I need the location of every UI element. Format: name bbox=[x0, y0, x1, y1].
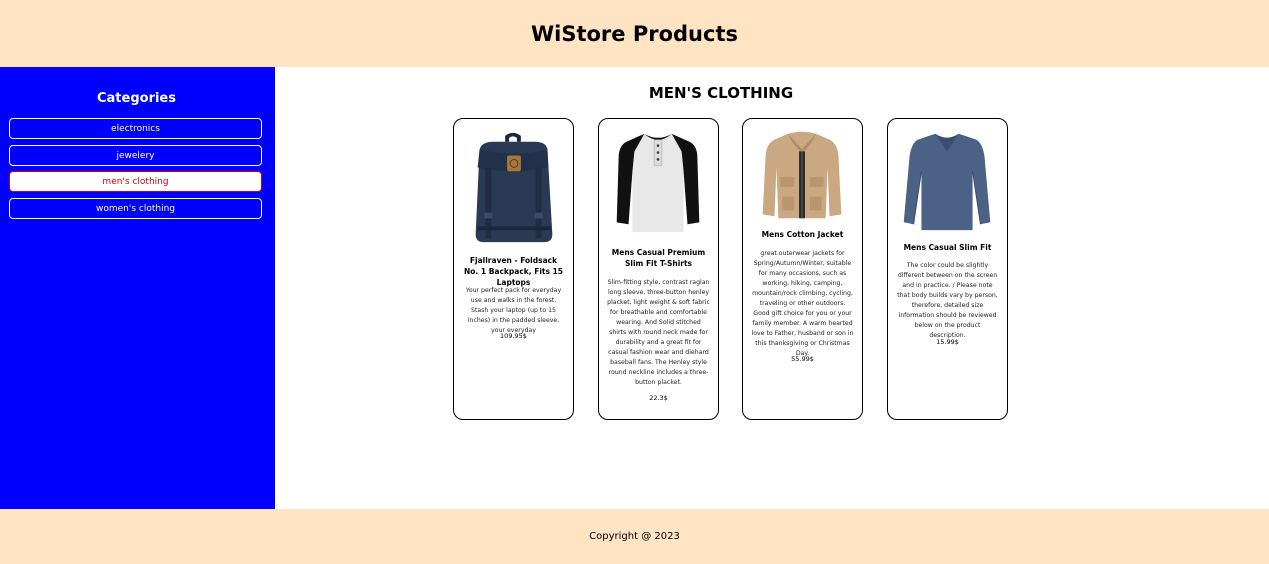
product-card[interactable]: Fjallraven - Foldsack No. 1 Backpack, Fi… bbox=[453, 118, 574, 420]
product-price: 109.95$ bbox=[500, 332, 527, 340]
product-card[interactable]: Mens Cotton Jacket great outerwear jacke… bbox=[742, 118, 863, 420]
product-description: Slim-fitting style, contrast raglan long… bbox=[607, 279, 710, 386]
page-footer: Copyright @ 2023 bbox=[0, 509, 1269, 564]
category-sidebar: Categories electronics jewelery men's cl… bbox=[0, 67, 275, 509]
product-card[interactable]: Mens Casual Premium Slim Fit T-Shirts Sl… bbox=[598, 118, 719, 420]
product-description: great outerwear jackets for Spring/Autum… bbox=[751, 250, 854, 357]
backpack-image bbox=[475, 132, 553, 243]
product-title: Mens Casual Slim Fit bbox=[903, 243, 992, 252]
category-heading: MEN'S CLOTHING bbox=[648, 84, 794, 102]
product-price: 22.3$ bbox=[649, 394, 668, 402]
product-title: Fjallraven - Foldsack No. 1 Backpack, Fi… bbox=[463, 256, 564, 287]
category-button-mens-clothing[interactable]: men's clothing bbox=[9, 171, 262, 192]
cotton-jacket-image bbox=[762, 131, 842, 219]
product-price: 55.99$ bbox=[791, 355, 814, 363]
categories-heading: Categories bbox=[96, 91, 176, 106]
product-title: Mens Cotton Jacket bbox=[761, 230, 844, 239]
product-price: 15.99$ bbox=[936, 338, 959, 346]
henley-shirt-image bbox=[616, 133, 700, 233]
slim-fit-shirt-image bbox=[903, 133, 991, 231]
category-button-jewelery[interactable]: jewelery bbox=[9, 145, 262, 166]
product-description: The color could be slightly different be… bbox=[897, 262, 998, 339]
category-button-womens-clothing[interactable]: women's clothing bbox=[9, 198, 262, 219]
product-title: Mens Casual Premium Slim Fit T-Shirts bbox=[611, 248, 706, 268]
product-card[interactable]: Mens Casual Slim Fit The color could be … bbox=[887, 118, 1008, 420]
product-area: MEN'S CLOTHING Fjallraven - Foldsack No.… bbox=[275, 67, 1269, 509]
copyright-text: Copyright @ 2023 bbox=[589, 531, 680, 542]
product-description: Your perfect pack for everyday use and w… bbox=[465, 287, 562, 334]
page-header: WiStore Products bbox=[0, 0, 1269, 67]
page-title: WiStore Products bbox=[530, 21, 738, 46]
category-button-electronics[interactable]: electronics bbox=[9, 118, 262, 139]
